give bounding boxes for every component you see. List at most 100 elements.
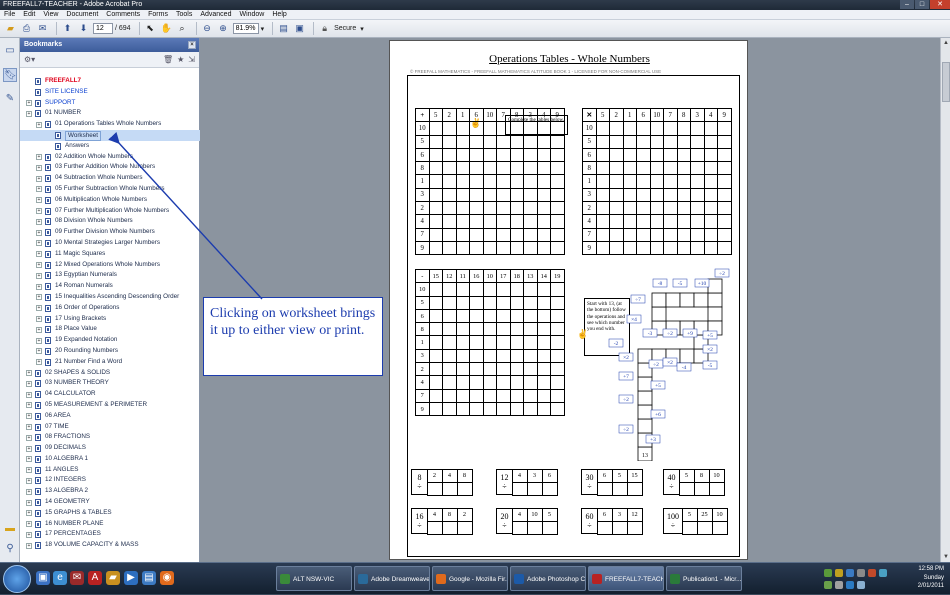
bookmark-item[interactable]: +07 Further Multiplication Whole Numbers xyxy=(20,206,200,217)
expand-toggle-icon[interactable]: + xyxy=(26,434,32,441)
bookmark-item[interactable]: +15 Inequalities Ascending Descending Or… xyxy=(20,292,200,303)
menu-forms[interactable]: Forms xyxy=(144,10,172,19)
expand-toggle-icon[interactable]: + xyxy=(26,424,32,430)
scroll-up-icon[interactable]: ▲ xyxy=(942,39,950,47)
network-icon[interactable] xyxy=(846,569,854,577)
tray-icon[interactable] xyxy=(846,581,854,589)
bookmark-item[interactable]: +16 Order of Operations xyxy=(20,303,200,314)
expand-toggle-icon[interactable]: + xyxy=(26,477,32,484)
print-icon[interactable]: ⎙ xyxy=(20,22,33,35)
menu-window[interactable]: Window xyxy=(235,10,268,19)
bookmark-item[interactable]: +09 Further Division Whole Numbers xyxy=(20,227,200,238)
expand-toggle-icon[interactable]: + xyxy=(36,154,42,161)
bookmark-item[interactable]: +21 Number Find a Word xyxy=(20,357,200,368)
taskbar-button[interactable]: Adobe Photoshop C... xyxy=(510,566,586,591)
menu-edit[interactable]: Edit xyxy=(19,10,39,19)
close-button[interactable]: ✕ xyxy=(930,0,950,9)
outlook-icon[interactable]: ✉ xyxy=(70,571,84,585)
bookmark-item[interactable]: +01 Operations Tables Whole Numbers xyxy=(20,119,200,130)
expand-toggle-icon[interactable]: + xyxy=(36,240,42,247)
bookmark-item[interactable]: +15 GRAPHS & TABLES xyxy=(20,508,200,519)
expand-toggle-icon[interactable]: + xyxy=(26,380,32,387)
expand-toggle-icon[interactable]: + xyxy=(26,488,32,495)
expand-toggle-icon[interactable]: + xyxy=(26,110,32,117)
bookmark-item[interactable]: +17 PERCENTAGES xyxy=(20,529,200,540)
email-icon[interactable]: ✉ xyxy=(36,22,49,35)
bookmark-item[interactable]: SITE LICENSE xyxy=(20,87,200,98)
bookmark-item[interactable]: +07 TIME xyxy=(20,422,200,433)
scroll-thumb[interactable] xyxy=(942,62,950,102)
expand-toggle-icon[interactable]: + xyxy=(36,121,42,128)
bookmark-item[interactable]: +09 DECIMALS xyxy=(20,443,200,454)
bookmark-item[interactable]: +19 Expanded Notation xyxy=(20,335,200,346)
taskbar-button[interactable]: Adobe Dreamweave... xyxy=(354,566,430,591)
options-icon[interactable]: ⚙▾ xyxy=(24,55,35,64)
folder-icon[interactable]: ▰ xyxy=(106,571,120,585)
bookmark-item[interactable]: FREEFALL7 xyxy=(20,76,200,87)
bookmark-item[interactable]: +04 Subtraction Whole Numbers xyxy=(20,173,200,184)
signatures-icon[interactable]: ✎ xyxy=(3,92,17,106)
bookmark-item[interactable]: +03 NUMBER THEORY xyxy=(20,378,200,389)
expand-toggle-icon[interactable]: + xyxy=(36,316,42,323)
secure-dropdown-icon[interactable]: ▾ xyxy=(360,25,364,33)
bookmark-item[interactable]: +13 Egyptian Numerals xyxy=(20,270,200,281)
expand-toggle-icon[interactable]: + xyxy=(36,294,42,301)
select-tool-icon[interactable]: ⬉ xyxy=(144,22,157,35)
bookmark-item[interactable]: +12 INTEGERS xyxy=(20,475,200,486)
bookmark-item[interactable]: +20 Rounding Numbers xyxy=(20,346,200,357)
hand-tool-icon[interactable]: ✋ xyxy=(160,22,173,35)
expand-toggle-icon[interactable]: + xyxy=(36,348,42,355)
expand-toggle-icon[interactable]: + xyxy=(26,521,32,528)
expand-toggle-icon[interactable]: + xyxy=(36,262,42,269)
bookmark-item[interactable]: +18 VOLUME CAPACITY & MASS xyxy=(20,540,200,551)
secure-button[interactable]: Secure xyxy=(334,25,356,32)
maximize-button[interactable]: □ xyxy=(915,0,929,9)
menu-tools[interactable]: Tools xyxy=(172,10,196,19)
firefox-icon[interactable]: ◉ xyxy=(160,571,174,585)
acrobat-quick-launch-icon[interactable]: A xyxy=(88,571,102,585)
expand-toggle-icon[interactable]: + xyxy=(36,326,42,333)
show-desktop-icon[interactable]: ▣ xyxy=(36,571,50,585)
clock[interactable]: 12:58 PM Sunday 2/01/2011 xyxy=(918,565,944,591)
vertical-scrollbar[interactable]: ▲ ▼ xyxy=(940,38,950,562)
tray-icon[interactable] xyxy=(824,569,832,577)
next-page-icon[interactable]: ⬇ xyxy=(77,22,90,35)
menu-document[interactable]: Document xyxy=(62,10,102,19)
expand-toggle-icon[interactable]: + xyxy=(26,445,32,452)
expand-toggle-icon[interactable]: + xyxy=(26,456,32,463)
zoom-dropdown-icon[interactable]: ▾ xyxy=(261,25,265,33)
tray-icon[interactable] xyxy=(868,569,876,577)
expand-toggle-icon[interactable]: + xyxy=(26,402,32,409)
expand-toggle-icon[interactable]: + xyxy=(36,218,42,225)
new-bookmark-icon[interactable]: ★ xyxy=(177,55,184,64)
expand-toggle-icon[interactable]: + xyxy=(36,359,42,366)
delete-bookmark-icon[interactable]: 🗑︎ xyxy=(163,55,173,64)
bookmark-item[interactable]: +18 Place Value xyxy=(20,324,200,335)
zoom-out-icon[interactable]: ⊖ xyxy=(201,22,214,35)
expand-toggle-icon[interactable]: + xyxy=(26,510,32,517)
switch-windows-icon[interactable]: ▤ xyxy=(142,571,156,585)
bookmark-item[interactable]: +17 Using Brackets xyxy=(20,314,200,325)
expand-toggle-icon[interactable]: + xyxy=(36,251,42,258)
volume-icon[interactable] xyxy=(857,569,865,577)
bookmark-item[interactable]: +08 Division Whole Numbers xyxy=(20,216,200,227)
expand-bookmark-icon[interactable]: ⇲ xyxy=(188,55,195,64)
bookmark-item[interactable]: +06 AREA xyxy=(20,411,200,422)
bookmark-item[interactable]: +05 Further Subtraction Whole Numbers xyxy=(20,184,200,195)
expand-toggle-icon[interactable]: + xyxy=(26,391,32,398)
expand-toggle-icon[interactable]: + xyxy=(26,100,32,107)
taskbar-button[interactable]: Publication1 - Micr... xyxy=(666,566,742,591)
bookmark-item[interactable]: +05 MEASUREMENT & PERIMETER xyxy=(20,400,200,411)
bookmark-item[interactable]: +11 ANGLES xyxy=(20,465,200,476)
taskbar-button[interactable]: FREEFALL7-TEACHE... xyxy=(588,566,664,591)
menu-help[interactable]: Help xyxy=(268,10,290,19)
panel-close-icon[interactable]: × xyxy=(188,41,196,49)
menu-comments[interactable]: Comments xyxy=(102,10,144,19)
comments-icon[interactable]: ▬ xyxy=(3,522,17,536)
bookmark-item[interactable]: + SUPPORT xyxy=(20,98,200,109)
menu-advanced[interactable]: Advanced xyxy=(196,10,235,19)
bookmark-item[interactable]: +14 Roman Numerals xyxy=(20,281,200,292)
expand-toggle-icon[interactable]: + xyxy=(36,272,42,279)
bookmark-item[interactable]: +14 GEOMETRY xyxy=(20,497,200,508)
taskbar-button[interactable]: Google - Mozilla Fir... xyxy=(432,566,508,591)
